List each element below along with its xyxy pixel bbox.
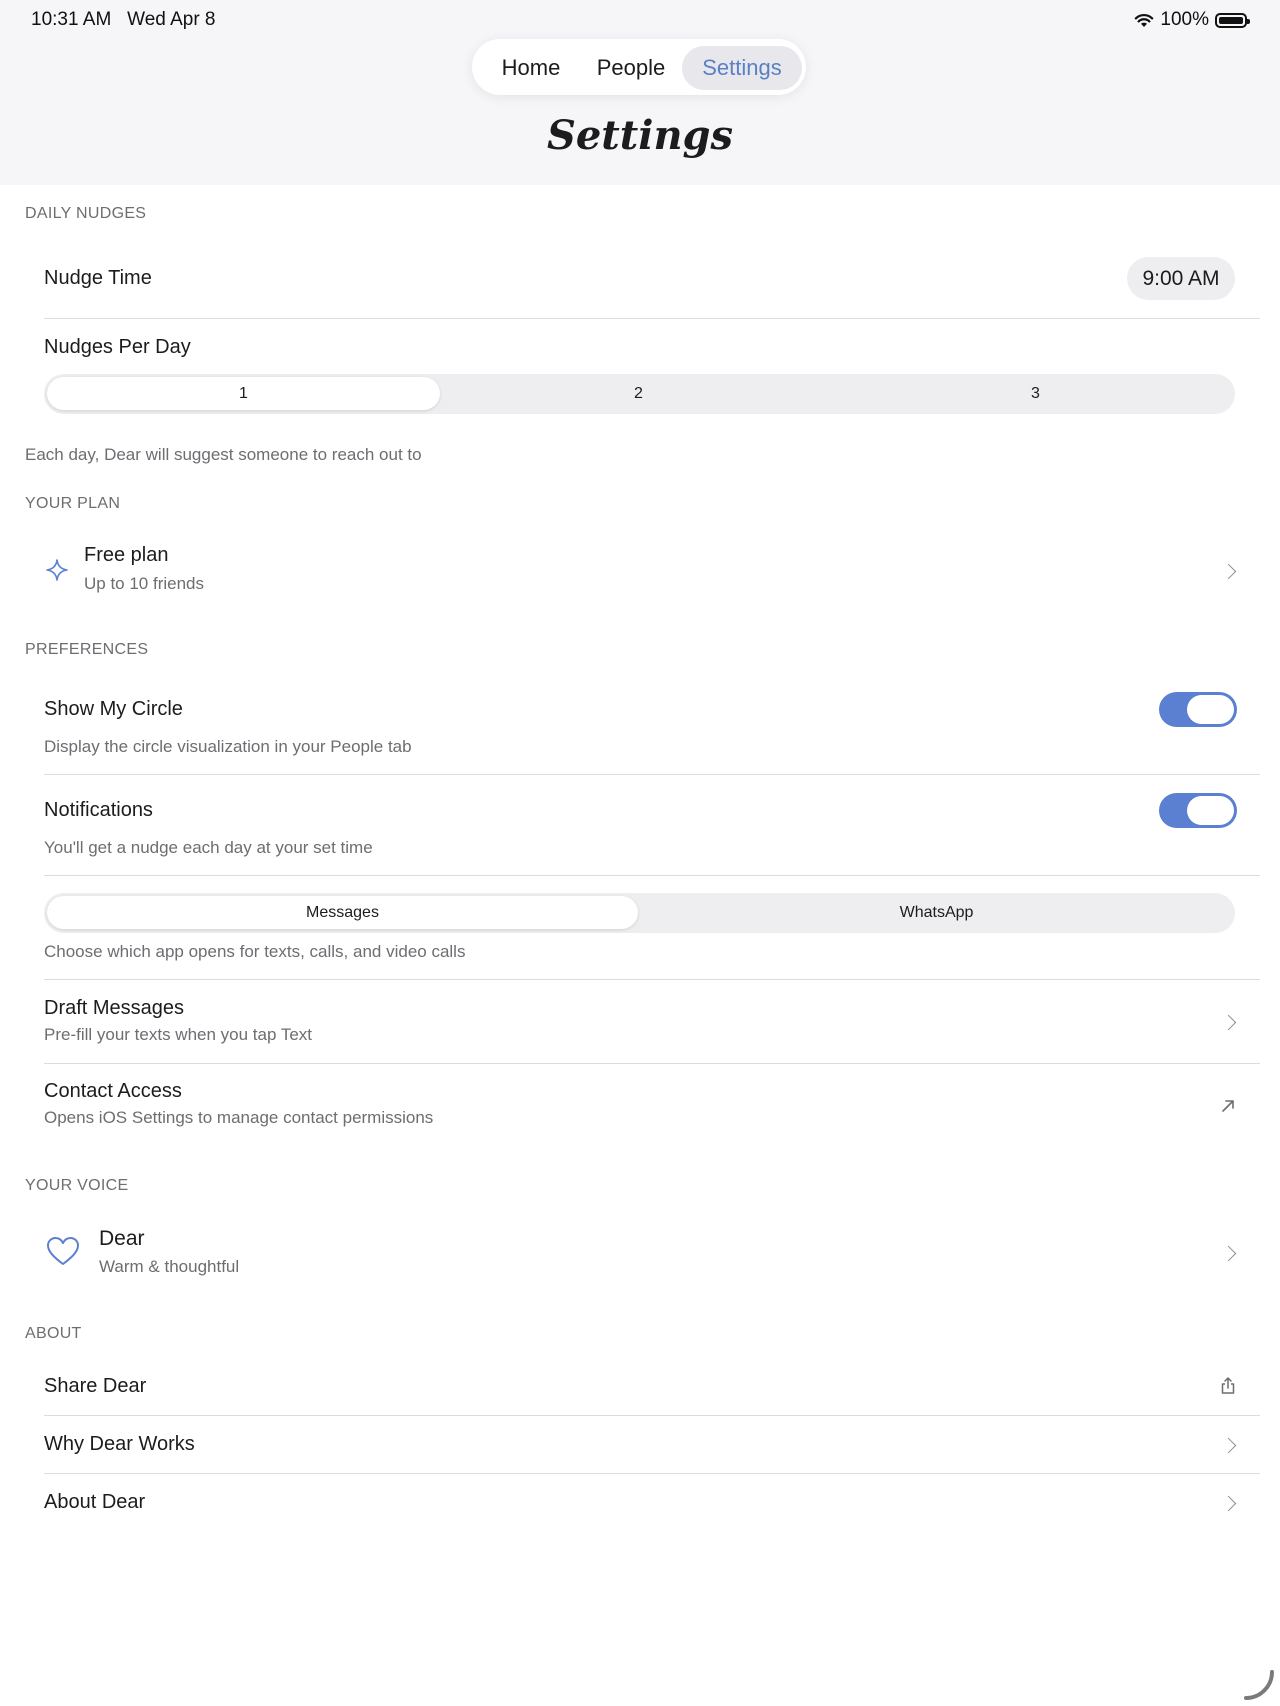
nudges-option-3[interactable]: 3 (839, 377, 1232, 410)
draft-messages-title: Draft Messages (44, 997, 185, 1019)
status-bar-time: 10:31 AM Wed Apr 8 (31, 9, 216, 31)
daily-nudges-footnote: Each day, Dear will suggest someone to r… (25, 445, 422, 464)
chevron-right-icon (1220, 1014, 1237, 1031)
status-bar-right: 100% (1134, 9, 1250, 31)
voice-row[interactable]: Dear Warm & thoughtful (20, 1213, 1260, 1293)
tab-home[interactable]: Home (482, 46, 580, 90)
divider (44, 774, 1260, 775)
contact-access-row[interactable]: Contact Access Opens iOS Settings to man… (20, 1073, 1260, 1143)
plan-subtitle: Up to 10 friends (84, 574, 205, 593)
divider (44, 1473, 1260, 1474)
nudges-per-day-segmented-control: 1 2 3 (44, 374, 1235, 414)
battery-icon (1215, 12, 1250, 28)
notifications-subtitle: You'll get a nudge each day at your set … (44, 838, 373, 857)
why-dear-works-row[interactable]: Why Dear Works (20, 1420, 1260, 1470)
free-plan-row[interactable]: Free plan Up to 10 friends (20, 530, 1260, 610)
divider (44, 875, 1260, 876)
status-date: Wed Apr 8 (127, 9, 216, 30)
messaging-option-messages[interactable]: Messages (47, 896, 638, 929)
contact-access-subtitle: Opens iOS Settings to manage contact per… (44, 1108, 434, 1127)
show-my-circle-title: Show My Circle (44, 698, 183, 720)
why-dear-works-label: Why Dear Works (44, 1433, 195, 1455)
tab-settings[interactable]: Settings (682, 46, 802, 90)
external-link-arrow-icon (1222, 1100, 1234, 1112)
chevron-right-icon (1220, 563, 1237, 580)
notifications-title: Notifications (44, 799, 153, 821)
share-icon (1221, 1377, 1235, 1394)
chevron-right-icon (1220, 1495, 1237, 1512)
voice-title: Dear (99, 1227, 145, 1250)
messaging-app-segmented-control: Messages WhatsApp (44, 893, 1235, 933)
tab-people[interactable]: People (582, 46, 680, 90)
show-my-circle-subtitle: Display the circle visualization in your… (44, 737, 412, 756)
heart-icon (47, 1237, 79, 1265)
corner-resize-handle-icon[interactable] (1240, 1666, 1276, 1702)
section-label-your-plan: YOUR PLAN (25, 495, 121, 512)
section-label-daily-nudges: DAILY NUDGES (25, 205, 147, 222)
divider (44, 979, 1260, 980)
notifications-toggle[interactable] (1159, 793, 1237, 828)
section-label-preferences: PREFERENCES (25, 641, 149, 658)
section-label-about: ABOUT (25, 1325, 82, 1342)
draft-messages-subtitle: Pre-fill your texts when you tap Text (44, 1025, 313, 1044)
about-dear-label: About Dear (44, 1491, 146, 1513)
divider (44, 1415, 1260, 1416)
section-label-your-voice: YOUR VOICE (25, 1177, 129, 1194)
chevron-right-icon (1220, 1437, 1237, 1454)
page-title: Settings (546, 112, 734, 159)
share-dear-label: Share Dear (44, 1375, 147, 1397)
wifi-icon (1135, 13, 1154, 27)
plan-title: Free plan (84, 544, 169, 566)
status-time: 10:31 AM (31, 9, 112, 30)
nudges-option-2[interactable]: 2 (442, 377, 835, 410)
battery-percent: 100% (1160, 9, 1209, 30)
top-tab-bar: Home People Settings (472, 39, 806, 95)
divider (44, 1063, 1260, 1064)
about-dear-row[interactable]: About Dear (20, 1478, 1260, 1528)
divider (44, 318, 1260, 319)
nudge-time-label: Nudge Time (44, 267, 152, 289)
sparkle-icon (46, 559, 68, 581)
draft-messages-row[interactable]: Draft Messages Pre-fill your texts when … (20, 990, 1260, 1060)
nudge-time-picker[interactable]: 9:00 AM (1127, 257, 1235, 300)
voice-subtitle: Warm & thoughtful (99, 1257, 240, 1276)
contact-access-title: Contact Access (44, 1080, 182, 1102)
chevron-right-icon (1220, 1245, 1237, 1262)
messaging-app-subtitle: Choose which app opens for texts, calls,… (44, 942, 466, 961)
show-my-circle-toggle[interactable] (1159, 692, 1237, 727)
share-dear-row[interactable]: Share Dear (20, 1362, 1260, 1412)
messaging-option-whatsapp[interactable]: WhatsApp (641, 896, 1232, 929)
nudges-option-1[interactable]: 1 (47, 377, 440, 410)
nudges-per-day-label: Nudges Per Day (44, 336, 191, 358)
